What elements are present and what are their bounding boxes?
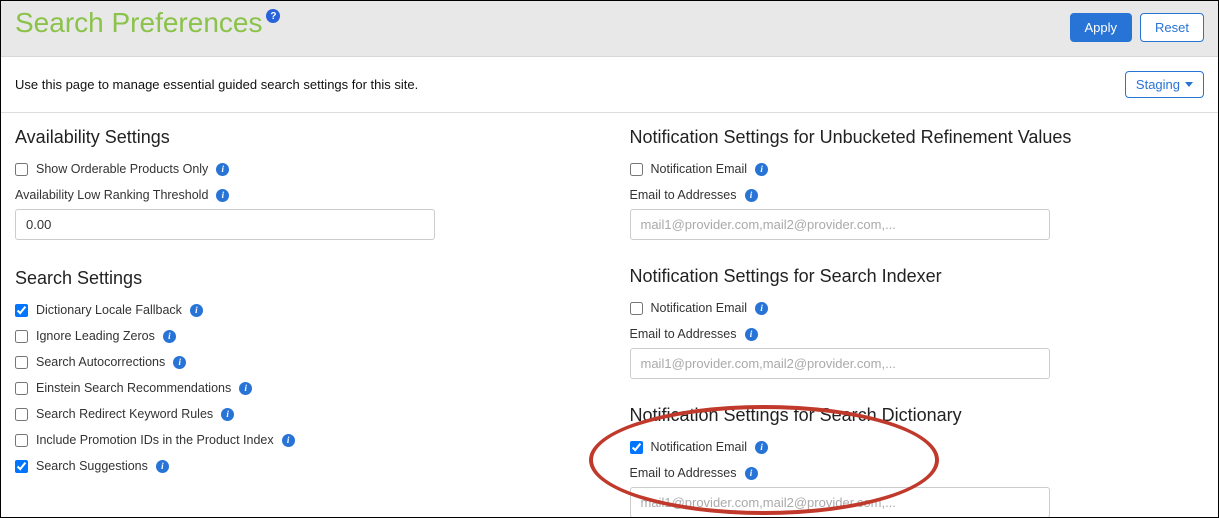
search-setting-label: Dictionary Locale Fallback xyxy=(36,303,182,317)
page-title: Search Preferences ? xyxy=(15,7,280,39)
search-setting-checkbox[interactable] xyxy=(15,434,28,447)
search-setting-row: Dictionary Locale Fallback i xyxy=(15,303,590,317)
info-icon[interactable]: i xyxy=(745,189,758,202)
info-icon[interactable]: i xyxy=(221,408,234,421)
search-setting-row: Search Suggestions i xyxy=(15,459,590,473)
search-settings-heading: Search Settings xyxy=(15,268,590,289)
search-setting-row: Search Autocorrections i xyxy=(15,355,590,369)
page-description: Use this page to manage essential guided… xyxy=(15,77,418,92)
search-setting-label: Search Redirect Keyword Rules xyxy=(36,407,213,421)
notif-dictionary-addresses-label: Email to Addresses xyxy=(630,466,737,480)
notif-indexer-addresses-label: Email to Addresses xyxy=(630,327,737,341)
notif-dictionary-email-checkbox[interactable] xyxy=(630,441,643,454)
info-icon[interactable]: i xyxy=(173,356,186,369)
notif-dictionary-heading: Notification Settings for Search Diction… xyxy=(630,405,1205,426)
info-icon[interactable]: i xyxy=(745,467,758,480)
info-icon[interactable]: i xyxy=(216,189,229,202)
info-icon[interactable]: i xyxy=(239,382,252,395)
orderable-only-label: Show Orderable Products Only xyxy=(36,162,208,176)
search-setting-label: Search Suggestions xyxy=(36,459,148,473)
info-icon[interactable]: i xyxy=(163,330,176,343)
availability-settings-heading: Availability Settings xyxy=(15,127,590,148)
reset-button[interactable]: Reset xyxy=(1140,13,1204,42)
notif-indexer-email-checkbox[interactable] xyxy=(630,302,643,315)
search-setting-label: Search Autocorrections xyxy=(36,355,165,369)
notif-dictionary-addresses-input[interactable] xyxy=(630,487,1050,518)
info-icon[interactable]: i xyxy=(745,328,758,341)
chevron-down-icon xyxy=(1185,82,1193,87)
orderable-only-checkbox[interactable] xyxy=(15,163,28,176)
notif-unbucketed-email-checkbox[interactable] xyxy=(630,163,643,176)
apply-button[interactable]: Apply xyxy=(1070,13,1133,42)
search-setting-label: Ignore Leading Zeros xyxy=(36,329,155,343)
page-title-text: Search Preferences xyxy=(15,7,262,39)
notif-unbucketed-heading: Notification Settings for Unbucketed Ref… xyxy=(630,127,1205,148)
threshold-label: Availability Low Ranking Threshold xyxy=(15,188,208,202)
info-icon[interactable]: i xyxy=(190,304,203,317)
search-setting-row: Ignore Leading Zeros i xyxy=(15,329,590,343)
notif-unbucketed-addresses-input[interactable] xyxy=(630,209,1050,240)
notif-indexer-addresses-input[interactable] xyxy=(630,348,1050,379)
search-setting-row: Search Redirect Keyword Rules i xyxy=(15,407,590,421)
notif-unbucketed-addresses-label: Email to Addresses xyxy=(630,188,737,202)
search-setting-checkbox[interactable] xyxy=(15,330,28,343)
notif-unbucketed-email-label: Notification Email xyxy=(651,162,748,176)
notif-dictionary-email-label: Notification Email xyxy=(651,440,748,454)
notif-indexer-heading: Notification Settings for Search Indexer xyxy=(630,266,1205,287)
help-icon[interactable]: ? xyxy=(266,9,280,23)
info-icon[interactable]: i xyxy=(282,434,295,447)
info-icon[interactable]: i xyxy=(156,460,169,473)
search-setting-row: Einstein Search Recommendations i xyxy=(15,381,590,395)
search-setting-checkbox[interactable] xyxy=(15,460,28,473)
threshold-input[interactable] xyxy=(15,209,435,240)
staging-dropdown[interactable]: Staging xyxy=(1125,71,1204,98)
info-icon[interactable]: i xyxy=(755,163,768,176)
search-setting-checkbox[interactable] xyxy=(15,382,28,395)
info-icon[interactable]: i xyxy=(755,302,768,315)
search-setting-label: Include Promotion IDs in the Product Ind… xyxy=(36,433,274,447)
search-setting-row: Include Promotion IDs in the Product Ind… xyxy=(15,433,590,447)
search-setting-checkbox[interactable] xyxy=(15,408,28,421)
staging-label: Staging xyxy=(1136,77,1180,92)
search-setting-checkbox[interactable] xyxy=(15,304,28,317)
search-setting-label: Einstein Search Recommendations xyxy=(36,381,231,395)
info-icon[interactable]: i xyxy=(216,163,229,176)
search-setting-checkbox[interactable] xyxy=(15,356,28,369)
notif-indexer-email-label: Notification Email xyxy=(651,301,748,315)
info-icon[interactable]: i xyxy=(755,441,768,454)
